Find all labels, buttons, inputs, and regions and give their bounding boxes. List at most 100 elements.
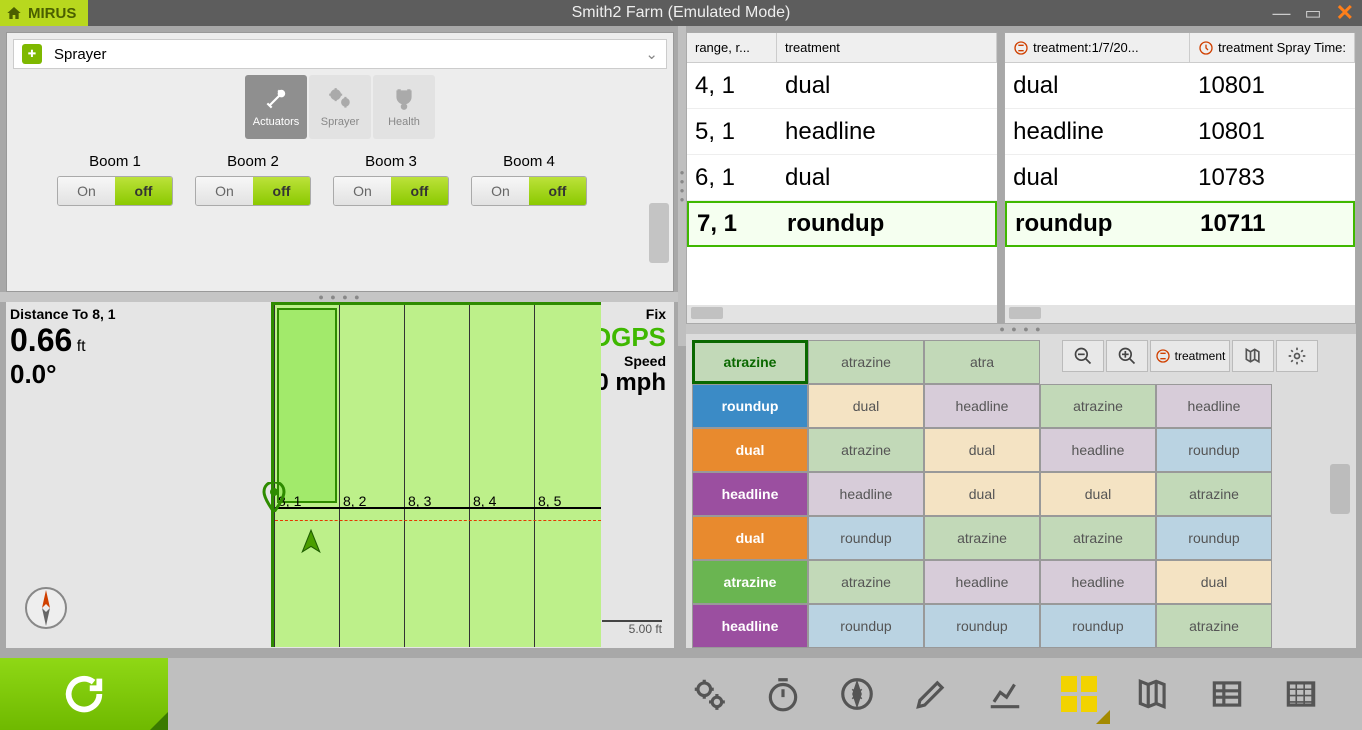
table-row[interactable]: dual10783 — [1005, 155, 1355, 201]
map-panel[interactable]: Distance To 8, 1 0.66 ft 0.0° Fix DGPS S… — [6, 302, 674, 648]
toggle-on[interactable]: On — [58, 177, 115, 205]
boom-line — [275, 507, 601, 509]
sprayer-dropdown[interactable]: ✚ Sprayer ⌄ — [13, 39, 667, 69]
scrollbar-thumb[interactable] — [1330, 464, 1350, 514]
toggle-on[interactable]: On — [196, 177, 253, 205]
scrollbar-thumb[interactable] — [649, 203, 669, 263]
compass-tool-button[interactable] — [826, 664, 888, 724]
boom-label: Boom 3 — [333, 153, 449, 170]
plot-cell[interactable]: atrazine — [808, 560, 924, 604]
plot-cell[interactable]: atrazine — [924, 516, 1040, 560]
tab-actuators[interactable]: Actuators — [245, 75, 307, 139]
field-map-button[interactable] — [1122, 664, 1184, 724]
table-row[interactable]: roundup10711 — [1005, 201, 1355, 247]
column-header[interactable]: treatment:1/7/20... — [1005, 33, 1190, 62]
cycle-button[interactable] — [0, 658, 168, 730]
plot-cell[interactable]: headline — [924, 560, 1040, 604]
plot-cell[interactable]: headline — [692, 472, 808, 516]
plot-cell[interactable]: atrazine — [808, 340, 924, 384]
boom-toggle[interactable]: Onoff — [471, 176, 587, 206]
plot-cell[interactable]: dual — [924, 428, 1040, 472]
plot-cell[interactable]: dual — [808, 384, 924, 428]
treatment-table: treatment:1/7/20...treatment Spray Time:… — [1004, 32, 1356, 324]
tab-sprayer[interactable]: Sprayer — [309, 75, 371, 139]
zoom-out-button[interactable] — [1062, 340, 1104, 372]
toggle-on[interactable]: On — [334, 177, 391, 205]
plot-cell[interactable]: dual — [1040, 472, 1156, 516]
plot-cell[interactable]: headline — [692, 604, 808, 648]
table-row[interactable]: 5, 1headline — [687, 109, 997, 155]
maximize-button[interactable]: ▭ — [1305, 3, 1322, 24]
plot-cell[interactable]: headline — [808, 472, 924, 516]
edit-button[interactable] — [900, 664, 962, 724]
boom-toggle[interactable]: Onoff — [333, 176, 449, 206]
chart-button[interactable] — [974, 664, 1036, 724]
toggle-off[interactable]: off — [391, 177, 448, 205]
plot-cell[interactable]: atrazine — [1156, 604, 1272, 648]
timer-button[interactable] — [752, 664, 814, 724]
panel-drag-handle[interactable]: ● ● ● ● — [686, 324, 1356, 334]
table-row[interactable]: 7, 1roundup — [687, 201, 997, 247]
boom-toggle[interactable]: Onoff — [195, 176, 311, 206]
table-row[interactable]: headline10801 — [1005, 109, 1355, 155]
column-header[interactable]: treatment — [777, 33, 997, 62]
table-row[interactable]: 4, 1dual — [687, 63, 997, 109]
panel-drag-handle[interactable]: ● ● ● ● — [0, 292, 680, 302]
settings-gears-button[interactable] — [678, 664, 740, 724]
column-header[interactable]: treatment Spray Time: — [1190, 33, 1355, 62]
toggle-off[interactable]: off — [253, 177, 310, 205]
plot-cell[interactable]: dual — [692, 428, 808, 472]
plot-cell[interactable]: atra — [924, 340, 1040, 384]
sprayer-dropdown-label: Sprayer — [54, 46, 107, 63]
zoom-in-button[interactable] — [1106, 340, 1148, 372]
plot-cell[interactable]: headline — [1040, 428, 1156, 472]
table-view-button[interactable] — [1270, 664, 1332, 724]
horizontal-scrollbar[interactable] — [687, 305, 997, 323]
plot-cell[interactable]: roundup — [1156, 516, 1272, 560]
plot-cell[interactable]: roundup — [808, 516, 924, 560]
scale-label: 5.00 ft — [629, 622, 662, 636]
splitter-vertical[interactable]: ●●●● — [678, 26, 686, 346]
map-layers-button[interactable] — [1232, 340, 1274, 372]
close-button[interactable]: ✕ — [1336, 0, 1354, 26]
plot-cell[interactable]: dual — [692, 516, 808, 560]
plot-cell[interactable]: roundup — [1040, 604, 1156, 648]
trait-selector[interactable]: treatment — [1150, 340, 1230, 372]
compass-icon[interactable] — [24, 586, 68, 630]
sprayer-panel: ✚ Sprayer ⌄ ActuatorsSprayerHealth Boom … — [6, 32, 674, 292]
toggle-off[interactable]: off — [529, 177, 586, 205]
grid-view-button[interactable] — [1048, 664, 1110, 724]
plot-cell[interactable]: roundup — [808, 604, 924, 648]
plot-cell[interactable]: roundup — [1156, 428, 1272, 472]
plot-cell[interactable]: atrazine — [692, 340, 808, 384]
plot-cell[interactable]: headline — [924, 384, 1040, 428]
plot-cell[interactable]: atrazine — [692, 560, 808, 604]
plot-cell[interactable]: roundup — [924, 604, 1040, 648]
table-row[interactable]: 6, 1dual — [687, 155, 997, 201]
settings-button[interactable] — [1276, 340, 1318, 372]
list-view-button[interactable] — [1196, 664, 1258, 724]
guidance-line — [275, 520, 601, 521]
toggle-on[interactable]: On — [472, 177, 529, 205]
boom-toggle[interactable]: Onoff — [57, 176, 173, 206]
boom-label: Boom 1 — [57, 153, 173, 170]
plot-cell[interactable]: roundup — [692, 384, 808, 428]
tab-label: Health — [388, 116, 420, 128]
clock-icon — [1198, 40, 1214, 56]
plot-cell[interactable]: headline — [1156, 384, 1272, 428]
plot-cell[interactable]: atrazine — [1040, 384, 1156, 428]
app-logo[interactable]: MIRUS — [0, 0, 88, 26]
field-map[interactable]: 8, 18, 28, 38, 48, 5 — [271, 302, 601, 647]
column-header[interactable]: range, r... — [687, 33, 777, 62]
table-row[interactable]: dual10801 — [1005, 63, 1355, 109]
minimize-button[interactable]: — — [1273, 3, 1291, 24]
tab-health[interactable]: Health — [373, 75, 435, 139]
plot-cell[interactable]: headline — [1040, 560, 1156, 604]
plot-cell[interactable]: dual — [924, 472, 1040, 516]
horizontal-scrollbar[interactable] — [1005, 305, 1355, 323]
plot-cell[interactable]: atrazine — [1156, 472, 1272, 516]
plot-cell[interactable]: atrazine — [808, 428, 924, 472]
plot-cell[interactable]: dual — [1156, 560, 1272, 604]
plot-cell[interactable]: atrazine — [1040, 516, 1156, 560]
toggle-off[interactable]: off — [115, 177, 172, 205]
